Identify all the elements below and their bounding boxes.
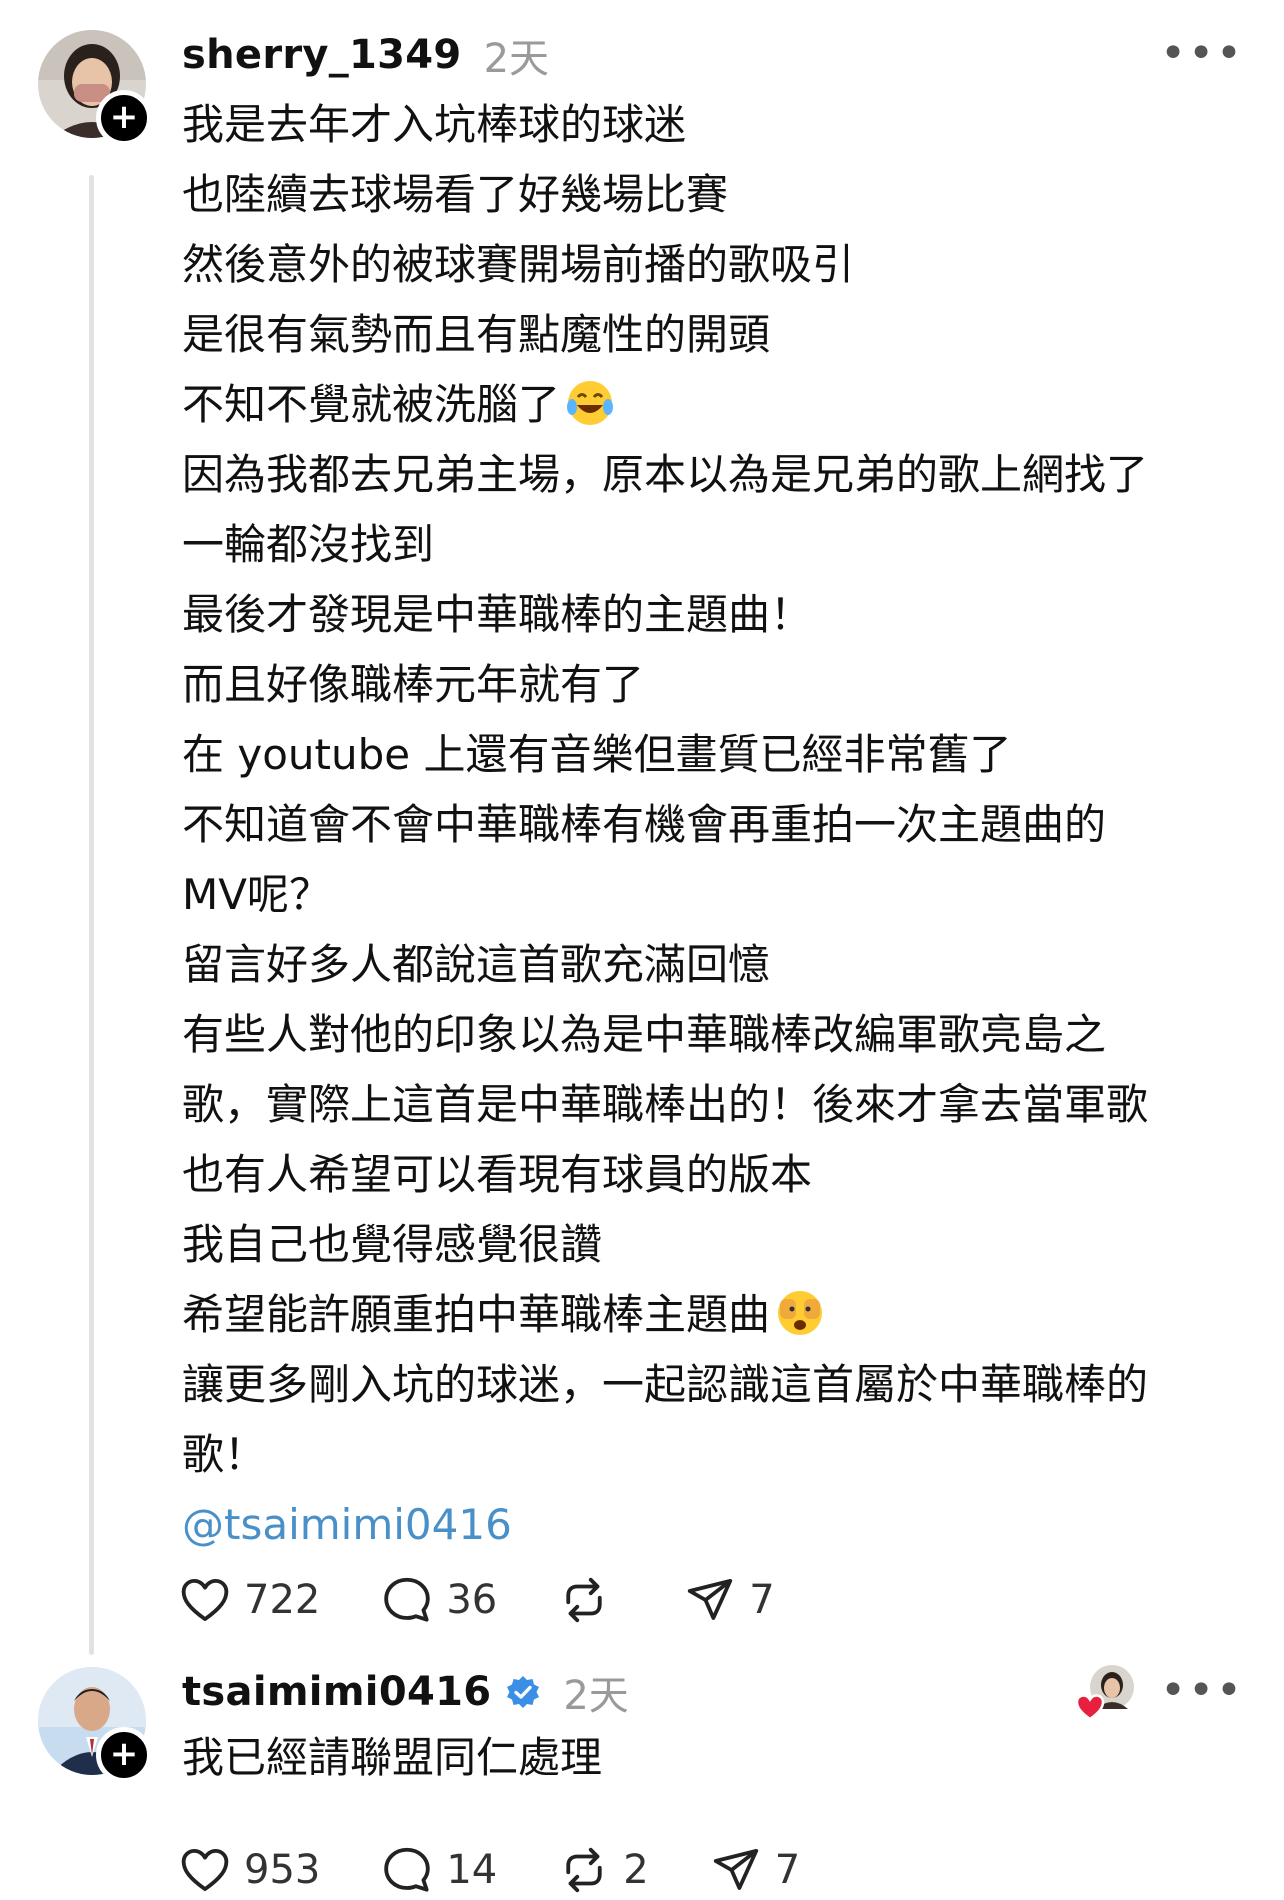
body-line: 歌，實際上這首是中華職棒出的！後來才拿去當軍歌 [182, 1080, 1149, 1129]
username[interactable]: sherry_1349 [182, 32, 462, 78]
comment-icon [384, 1847, 431, 1892]
body-line: MV呢？ [182, 870, 331, 919]
verified-badge-icon [507, 1676, 540, 1708]
body-line: 也陸續去球場看了好幾場比賽 [182, 170, 729, 219]
share-icon [713, 1848, 758, 1890]
body-line: 在 youtube 上還有音樂但畫質已經非常舊了 [182, 730, 1012, 779]
follow-button[interactable]: + [96, 90, 152, 146]
mention-link[interactable]: @tsaimimi0416 [182, 1490, 1252, 1560]
share-count: 7 [774, 1847, 801, 1893]
share-icon [688, 1578, 733, 1620]
body-line: 留言好多人都說這首歌充滿回憶 [182, 940, 771, 989]
body-line: 歌！ [182, 1430, 267, 1479]
body-line: 希望能許願重拍中華職棒主題曲 [182, 1290, 771, 1339]
body-line: 不知道會不會中華職棒有機會再重拍一次主題曲的 [182, 800, 1107, 849]
tears-of-joy-emoji [567, 381, 614, 425]
share-count: 7 [749, 1577, 775, 1623]
repost-button[interactable]: 2 [557, 1843, 649, 1897]
body-line: 有些人對他的印象以為是中華職棒改編軍歌亮島之 [182, 1010, 1107, 1059]
post-header: tsaimimi0416 2天 [182, 1662, 629, 1722]
post-body: 我是去年才入坑棒球的球迷 也陸續去球場看了好幾場比賽 然後意外的被球賽開場前播的… [182, 90, 1252, 1560]
author-avatar[interactable]: + [38, 1667, 152, 1783]
face-peeking-emoji [778, 1291, 823, 1335]
body-line: 不知不覺就被洗腦了 [182, 380, 561, 429]
body-line: 而且好像職棒元年就有了 [182, 660, 645, 709]
like-count: 953 [244, 1847, 321, 1893]
liked-by-author[interactable] [1074, 1663, 1134, 1723]
body-line: 一輪都沒找到 [182, 520, 435, 569]
comment-icon [384, 1577, 431, 1622]
like-button[interactable]: 722 [178, 1573, 320, 1627]
body-line: 也有人希望可以看現有球員的版本 [182, 1150, 813, 1199]
comment-button[interactable]: 14 [380, 1843, 497, 1897]
body-line: 最後才發現是中華職棒的主題曲！ [182, 590, 813, 639]
username[interactable]: tsaimimi0416 [182, 1669, 491, 1715]
body-line: 我自己也覺得感覺很讚 [182, 1220, 603, 1269]
comment-count: 14 [446, 1847, 498, 1893]
liked-heart-icon [1075, 1694, 1105, 1721]
share-button[interactable]: 7 [709, 1843, 800, 1897]
author-avatar[interactable]: + [38, 30, 152, 146]
like-button[interactable]: 953 [178, 1843, 320, 1897]
post-body: 我已經請聯盟同仁處理 [182, 1723, 1252, 1793]
heart-icon [181, 1578, 229, 1622]
body-line-with-emoji: 不知不覺就被洗腦了 [182, 370, 1252, 440]
heart-icon [181, 1848, 229, 1892]
like-count: 722 [244, 1577, 321, 1623]
body-line: 因為我都去兄弟主場，原本以為是兄弟的歌上網找了 [182, 450, 1149, 499]
repost-count: 2 [623, 1847, 649, 1893]
post-time: 2天 [563, 1673, 629, 1719]
more-icon[interactable]: ••• [1160, 1665, 1244, 1716]
follow-button[interactable]: + [96, 1727, 152, 1783]
post-time: 2天 [483, 36, 550, 82]
share-button[interactable]: 7 [683, 1573, 775, 1627]
body-line: 然後意外的被球賽開場前播的歌吸引 [182, 240, 855, 289]
thread-line [89, 175, 94, 1655]
body-line-with-emoji: 希望能許願重拍中華職棒主題曲 [182, 1280, 1252, 1350]
body-line: 讓更多剛入坑的球迷，一起認識這首屬於中華職棒的 [182, 1360, 1149, 1409]
body-line: 我是去年才入坑棒球的球迷 [182, 100, 687, 149]
repost-button[interactable] [557, 1573, 623, 1627]
post-actions: 953 14 2 7 [178, 1840, 860, 1900]
body-line: 是很有氣勢而且有點魔性的開頭 [182, 310, 771, 359]
post-actions: 722 36 7 [178, 1570, 835, 1630]
body-line: 我已經請聯盟同仁處理 [182, 1733, 603, 1782]
comment-count: 36 [446, 1577, 498, 1623]
comment-button[interactable]: 36 [380, 1573, 497, 1627]
repost-icon [566, 1847, 602, 1893]
more-icon[interactable]: ••• [1160, 28, 1244, 79]
post-header: sherry_1349 2天 [182, 25, 549, 85]
repost-icon [566, 1577, 602, 1623]
